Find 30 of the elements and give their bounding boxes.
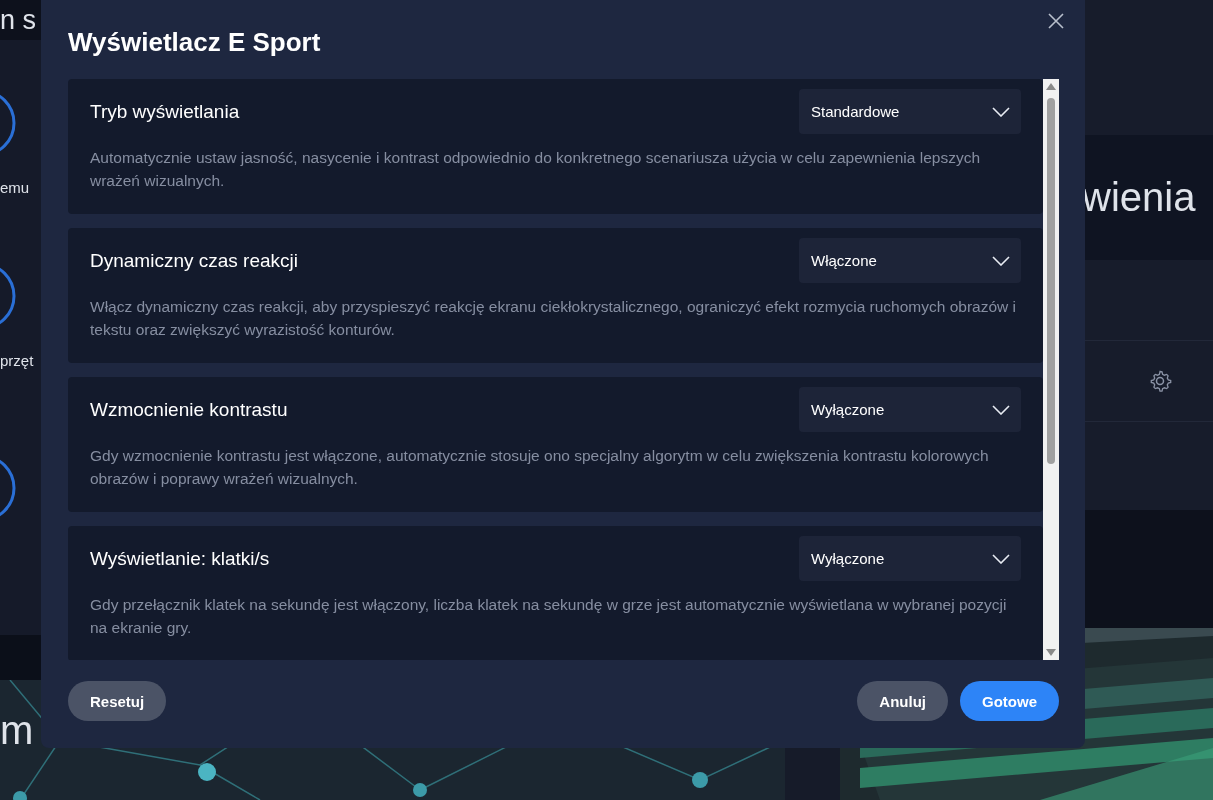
setting-title: Dynamiczny czas reakcji <box>90 249 298 272</box>
background-text: emu <box>0 179 31 196</box>
setting-description: Włącz dynamiczny czas reakcji, aby przyspieszyć reakcję ekranu ciekłokrystalicznego, ograniczyć efekt rozmycia ruchomych obrazów i tekstu oraz zwiększyć wyrazistość konturów. <box>90 297 1018 340</box>
reset-button[interactable]: Resetuj <box>68 681 167 721</box>
chevron-down-icon <box>992 255 1010 266</box>
chevron-down-icon <box>992 106 1010 117</box>
chevron-down-icon <box>992 404 1010 415</box>
setting-title: Wzmocnienie kontrastu <box>90 398 288 421</box>
scroll-down-icon[interactable] <box>1046 649 1056 656</box>
dialog-title: Wyświetlacz E Sport <box>68 26 321 58</box>
setting-title: Wyświetlanie: klatki/s <box>90 547 270 570</box>
background-text: n s <box>0 4 37 37</box>
close-icon[interactable] <box>1048 13 1064 29</box>
done-button[interactable]: Gotowe <box>960 681 1059 721</box>
background-text: wienia <box>1082 175 1196 220</box>
setting-description: Automatycznie ustaw jasność, nasycenie i kontrast odpowiednio do konkretnego scenariusza użycia w celu zapewnienia lepszych wrażeń wizualnych. <box>90 148 982 191</box>
chevron-down-icon <box>992 553 1010 564</box>
dropdown[interactable]: Standardowe <box>799 89 1021 134</box>
dropdown[interactable]: Włączone <box>799 238 1021 283</box>
cancel-button[interactable]: Anuluj <box>857 681 948 721</box>
settings-icon[interactable] <box>1148 369 1172 393</box>
background-text: m <box>0 708 34 753</box>
dropdown[interactable]: Wyłączone <box>799 387 1021 432</box>
dropdown[interactable]: Wyłączone <box>799 536 1021 581</box>
background-text: przęt <box>0 352 35 369</box>
setting-description: Gdy przełącznik klatek na sekundę jest włączony, liczba klatek na sekundę w grze jest automatycznie wyświetlana w wybranej pozycji na ekranie gry. <box>90 595 1008 638</box>
scrollbar[interactable] <box>1043 79 1059 660</box>
setting-description: Gdy wzmocnienie kontrastu jest włączone, automatycznie stosuje ono specjalny algorytm w celu zwiększenia kontrastu kolorowych obrazów i poprawy wrażeń wizualnych. <box>90 446 990 489</box>
scroll-up-icon[interactable] <box>1046 83 1056 90</box>
setting-title: Tryb wyświetlania <box>90 100 240 123</box>
